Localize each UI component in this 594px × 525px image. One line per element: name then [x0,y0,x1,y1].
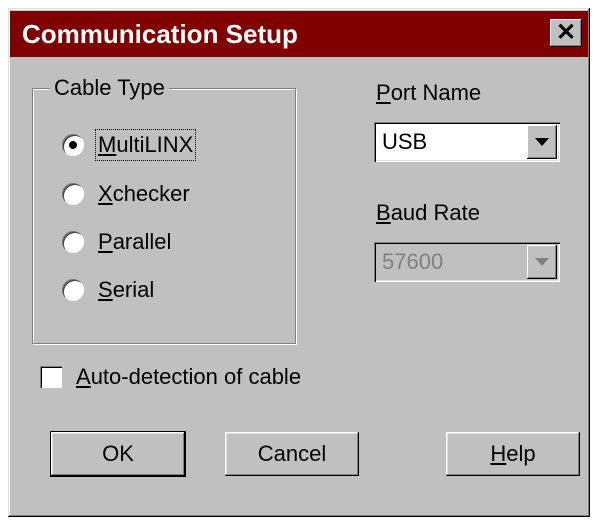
radio-xchecker-indicator[interactable] [62,183,84,205]
baud-rate-label: Baud Rate [376,200,480,225]
auto-detection-checkbox-row[interactable]: Auto-detection of cable [40,364,301,390]
radio-xchecker[interactable]: Xchecker [62,177,190,211]
radio-multilinx-indicator[interactable] [62,134,84,156]
chevron-down-icon [535,138,549,146]
radio-parallel-indicator[interactable] [62,231,84,253]
radio-selected-dot [69,141,77,149]
auto-detection-checkbox[interactable] [40,366,62,388]
radio-multilinx[interactable]: MultiLINX [62,128,197,162]
radio-xchecker-label[interactable]: Xchecker [98,181,190,207]
baud-rate-dropdown-button [527,245,557,279]
port-name-label: Port Name [376,80,482,105]
radio-parallel-label[interactable]: Parallel [98,229,171,255]
radio-multilinx-label[interactable]: MultiLINX [94,129,197,161]
radio-serial-label[interactable]: Serial [98,277,154,303]
radio-parallel[interactable]: Parallel [62,225,171,259]
port-name-value: USB [382,129,428,154]
auto-detection-label[interactable]: Auto-detection of cable [76,364,301,390]
help-button[interactable]: Help [446,432,580,476]
ok-button[interactable]: OK [51,432,185,476]
cancel-button[interactable]: Cancel [225,432,359,476]
baud-rate-select: 57600 [374,242,560,282]
port-name-select[interactable]: USB [374,122,560,162]
radio-serial[interactable]: Serial [62,273,154,307]
baud-rate-value: 57600 [382,249,444,274]
chevron-down-icon [535,258,549,266]
close-icon: ✕ [555,19,577,46]
close-button[interactable]: ✕ [550,19,582,47]
title-bar[interactable]: Communication Setup ✕ [10,11,588,57]
dialog-title: Communication Setup [22,19,298,49]
port-name-dropdown-button[interactable] [527,125,557,159]
radio-serial-indicator[interactable] [62,279,84,301]
cable-type-label: Cable Type [50,76,169,100]
